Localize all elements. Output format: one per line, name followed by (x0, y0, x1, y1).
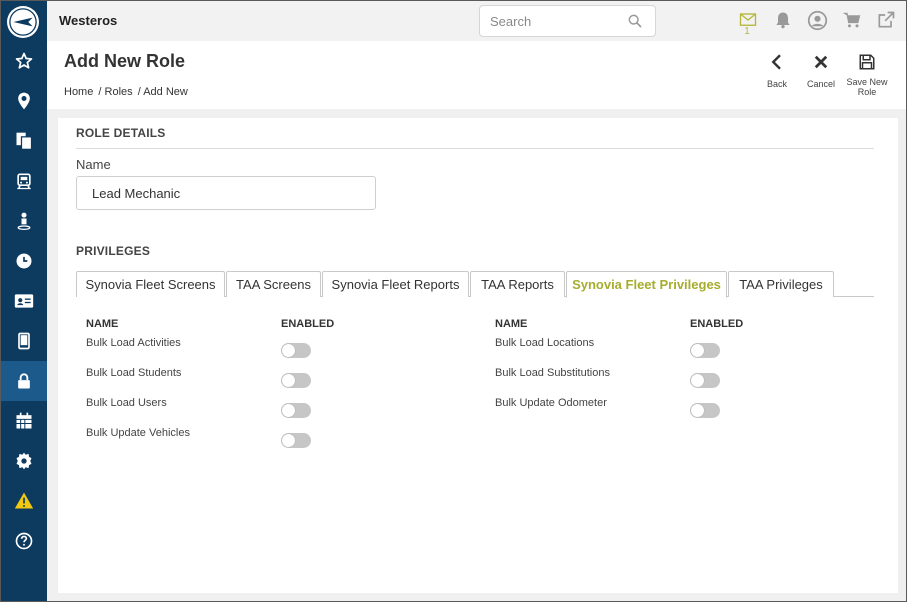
sidebar-item-users[interactable] (1, 281, 47, 321)
col-header-enabled-right: ENABLED (690, 318, 744, 330)
save-icon (859, 54, 875, 70)
map-pin-icon (18, 92, 30, 110)
sidebar-item-favorites[interactable] (1, 41, 47, 81)
notifications-button[interactable] (772, 9, 794, 31)
clock-icon (16, 253, 32, 269)
top-bar: Westeros 1 (47, 1, 906, 41)
save-label-line2: Role (857, 87, 877, 97)
breadcrumb: Home / Roles / Add New (64, 86, 190, 98)
cart-icon (843, 12, 861, 28)
gear-icon (16, 452, 32, 470)
back-label: Back (766, 79, 787, 89)
tab-synovia-fleet-privileges[interactable]: Synovia Fleet Privileges (566, 271, 727, 298)
name-label: Name (76, 157, 111, 172)
documents-icon (16, 132, 33, 150)
user-circle-icon (807, 10, 827, 30)
privilege-name: Bulk Load Locations (495, 337, 595, 349)
search-icon[interactable] (627, 13, 643, 29)
breadcrumb-roles[interactable]: / Roles (98, 86, 132, 98)
external-link-button[interactable] (875, 9, 897, 31)
sidebar-item-devices[interactable] (1, 321, 47, 361)
sidebar-item-students[interactable] (1, 201, 47, 241)
logo[interactable] (7, 6, 39, 38)
sidebar-item-history[interactable] (1, 241, 47, 281)
tab-synovia-fleet-screens[interactable]: Synovia Fleet Screens (76, 271, 225, 297)
col-header-name-left: NAME (86, 318, 119, 330)
privilege-name: Bulk Update Vehicles (86, 427, 190, 439)
app-window: Westeros 1 Add New Role Home / Roles / A… (0, 0, 907, 602)
page-title: Add New Role (64, 51, 186, 71)
privilege-name: Bulk Update Odometer (495, 397, 607, 409)
privilege-toggle[interactable] (690, 373, 720, 388)
privilege-toggle[interactable] (281, 403, 311, 418)
tab-taa-reports[interactable]: TAA Reports (470, 271, 565, 297)
app-title: Westeros (59, 13, 118, 28)
sidebar-item-help[interactable] (1, 521, 47, 561)
save-label: Save New Role (845, 77, 889, 97)
star-icon (15, 52, 33, 69)
privilege-name: Bulk Load Users (86, 397, 167, 409)
cart-button[interactable] (841, 9, 863, 31)
tablet-icon (18, 332, 30, 350)
breadcrumb-home[interactable]: Home (64, 86, 93, 98)
privilege-name: Bulk Load Students (86, 367, 182, 379)
logo-icon (9, 8, 37, 36)
sidebar (1, 1, 47, 601)
chevron-left-icon (771, 54, 781, 70)
tab-synovia-fleet-reports[interactable]: Synovia Fleet Reports (322, 271, 469, 297)
role-details-heading: ROLE DETAILS (76, 126, 166, 140)
privilege-name: Bulk Load Substitutions (495, 367, 610, 379)
col-header-enabled-left: ENABLED (281, 318, 335, 330)
save-label-line1: Save New (846, 77, 888, 87)
cancel-label: Cancel (806, 79, 835, 89)
privilege-toggle[interactable] (281, 343, 311, 358)
lock-icon (18, 373, 30, 389)
sidebar-item-vehicles[interactable] (1, 161, 47, 201)
tab-taa-screens[interactable]: TAA Screens (226, 271, 321, 297)
privilege-toggle[interactable] (281, 373, 311, 388)
bell-icon (776, 12, 790, 29)
tab-taa-privileges[interactable]: TAA Privileges (728, 271, 834, 297)
person-pin-icon (17, 212, 31, 230)
privilege-toggle[interactable] (281, 433, 311, 448)
help-icon (15, 532, 33, 550)
sidebar-item-alerts[interactable] (1, 481, 47, 521)
profile-button[interactable] (806, 9, 828, 31)
breadcrumb-add-new: / Add New (137, 86, 188, 98)
role-details-divider (76, 148, 874, 149)
close-icon (814, 55, 828, 69)
privileges-heading: PRIVILEGES (76, 244, 151, 258)
warning-icon (14, 492, 34, 509)
sidebar-item-documents[interactable] (1, 121, 47, 161)
sidebar-item-security[interactable] (1, 361, 47, 401)
role-name-input[interactable] (76, 176, 376, 210)
back-button[interactable]: Back (755, 53, 799, 89)
search-input[interactable] (480, 6, 620, 36)
col-header-name-right: NAME (495, 318, 528, 330)
calendar-icon (16, 412, 32, 429)
page-header: Add New Role Home / Roles / Add New Back… (47, 41, 906, 109)
sidebar-item-calendar[interactable] (1, 401, 47, 441)
id-card-icon (14, 294, 34, 308)
search-box (479, 5, 656, 37)
sidebar-item-settings[interactable] (1, 441, 47, 481)
privilege-toggle[interactable] (690, 343, 720, 358)
privilege-name: Bulk Load Activities (86, 337, 181, 349)
external-link-icon (878, 11, 895, 28)
privilege-toggle[interactable] (690, 403, 720, 418)
bus-icon (17, 173, 31, 190)
mail-count-badge: 1 (744, 26, 750, 37)
sidebar-item-locations[interactable] (1, 81, 47, 121)
save-button[interactable]: Save New Role (845, 53, 889, 97)
cancel-button[interactable]: Cancel (799, 53, 843, 89)
